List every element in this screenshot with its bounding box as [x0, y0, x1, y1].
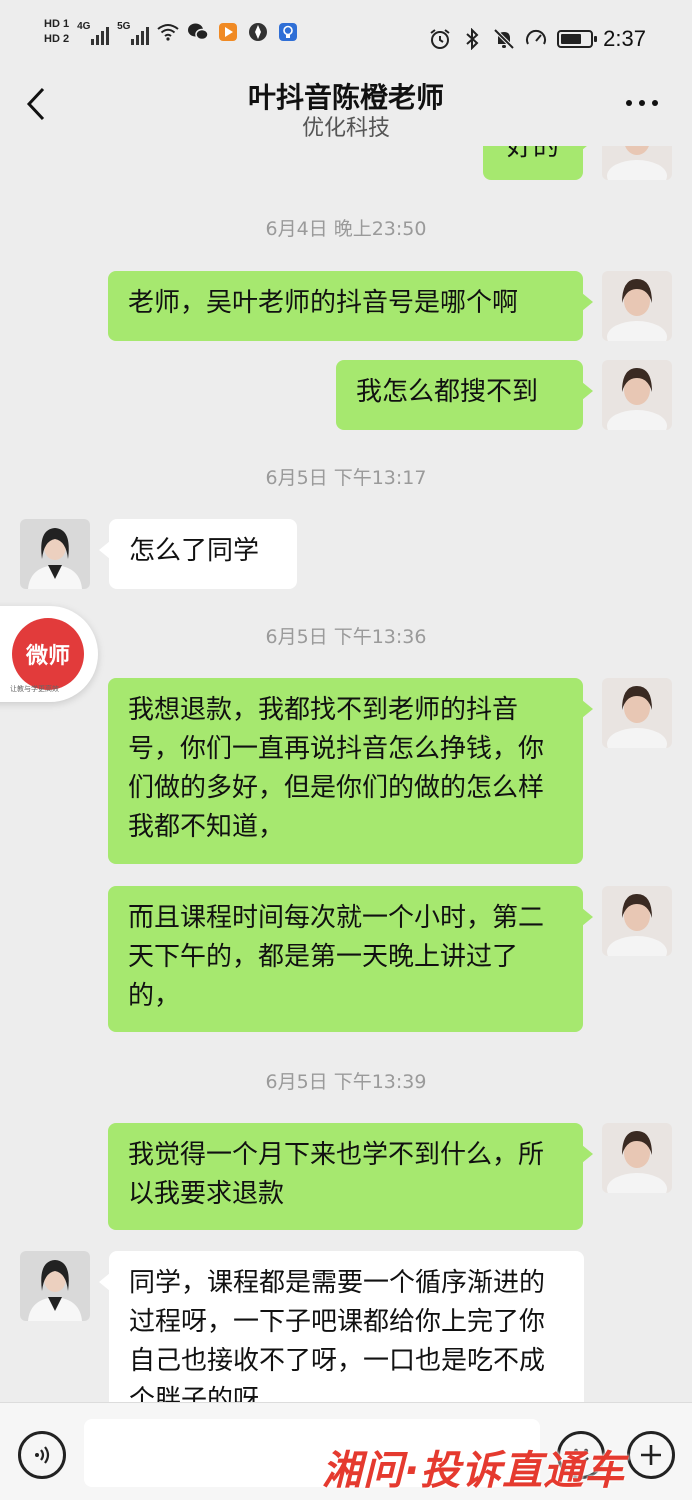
message-text: 同学，课程都是需要一个循序渐进的过程呀，一下子吧课都给你上完了你自己也接收不了呀…	[129, 1268, 546, 1402]
message-text: 怎么了同学	[129, 536, 260, 566]
sent-message-bubble[interactable]: 而且课程时间每次就一个小时，第二天下午的，都是第一天晚上讲过了的，	[108, 886, 593, 1032]
watermark: 湘问·投诉直通车	[322, 1448, 626, 1494]
net2-label: 5G	[117, 21, 131, 32]
speedometer-icon	[525, 28, 547, 50]
hd1-label: HD 1	[44, 18, 70, 30]
timestamp: 6月5日 下午13:36	[265, 626, 427, 648]
timestamp: 6月4日 晚上23:50	[265, 218, 427, 240]
net1-label: 4G	[77, 21, 91, 32]
voice-icon	[35, 1446, 50, 1464]
chat-header: 叶抖音陈橙老师 优化科技	[0, 76, 692, 146]
video-app-icon	[217, 21, 239, 43]
plus-icon	[641, 1445, 661, 1465]
bulb-app-icon	[277, 21, 299, 43]
timestamp: 6月5日 下午13:17	[265, 467, 427, 489]
my-avatar[interactable]	[602, 886, 672, 956]
more-functions-button[interactable]	[627, 1431, 675, 1479]
status-bar: HD 1 HD 2 4G 5G 2:37	[0, 0, 692, 76]
signal-bars-icon	[91, 23, 110, 45]
sent-message-bubble[interactable]: 我想退款，我都找不到老师的抖音号，你们一直再说抖音怎么挣钱，你们做的多好，但是你…	[108, 678, 593, 864]
sent-message-bubble[interactable]: 我觉得一个月下来也学不到什么，所以我要求退款	[108, 1123, 593, 1230]
more-dots-icon	[626, 100, 658, 106]
sent-message-bubble[interactable]: 老师，吴叶老师的抖音号是哪个啊	[108, 271, 593, 341]
wechat-icon	[187, 21, 209, 43]
compass-app-icon	[247, 21, 269, 43]
contact-avatar[interactable]	[20, 1251, 90, 1321]
message-text: 我觉得一个月下来也学不到什么，所以我要求退款	[128, 1140, 545, 1209]
hd2-label: HD 2	[44, 33, 70, 45]
timestamp: 6月5日 下午13:39	[265, 1071, 427, 1093]
signal-4g: 4G	[77, 19, 110, 45]
my-avatar[interactable]	[602, 271, 672, 341]
message-text: 而且课程时间每次就一个小时，第二天下午的，都是第一天晚上讲过了的，	[128, 903, 545, 1011]
my-avatar[interactable]	[602, 146, 672, 180]
received-message-bubble[interactable]: 怎么了同学	[99, 519, 297, 589]
signal-5g: 5G	[117, 19, 150, 45]
my-avatar[interactable]	[602, 360, 672, 430]
signal-bars-icon	[131, 23, 150, 45]
contact-company: 优化科技	[301, 116, 390, 141]
status-right: 2:37	[429, 26, 646, 52]
message-text: 我想退款，我都找不到老师的抖音号，你们一直再说抖音怎么挣钱，你们做的多好，但是你…	[128, 695, 545, 842]
mute-icon	[493, 28, 515, 50]
weishi-logo: 微师	[12, 618, 84, 690]
hd-indicators: HD 1 HD 2	[44, 18, 69, 46]
sent-message-bubble[interactable]: 好的	[483, 146, 593, 180]
sent-message-bubble[interactable]: 我怎么都搜不到	[336, 360, 593, 430]
more-options-button[interactable]	[622, 88, 662, 118]
message-text: 我怎么都搜不到	[356, 377, 539, 407]
wifi-icon	[157, 21, 179, 43]
my-avatar[interactable]	[602, 678, 672, 748]
contact-avatar[interactable]	[20, 519, 90, 589]
message-text: 好的	[506, 146, 559, 162]
alarm-icon	[429, 28, 451, 50]
weishi-tagline: 让教与学更高效	[10, 685, 59, 693]
my-avatar[interactable]	[602, 1123, 672, 1193]
status-left: HD 1 HD 2 4G 5G	[44, 18, 299, 46]
weishi-floating-badge[interactable]: 微师 让教与学更高效	[0, 606, 98, 702]
clock: 2:37	[603, 26, 646, 51]
bluetooth-icon	[461, 28, 483, 50]
battery-icon	[557, 30, 598, 48]
chat-messages[interactable]: 好的 6月4日 晚上23:50 老师，吴叶老师的抖音号是哪个啊 我怎么都搜不到 …	[0, 146, 692, 1402]
message-text: 老师，吴叶老师的抖音号是哪个啊	[128, 288, 519, 318]
received-message-bubble[interactable]: 同学，课程都是需要一个循序渐进的过程呀，一下子吧课都给你上完了你自己也接收不了呀…	[99, 1251, 584, 1402]
voice-input-button[interactable]	[18, 1431, 66, 1479]
